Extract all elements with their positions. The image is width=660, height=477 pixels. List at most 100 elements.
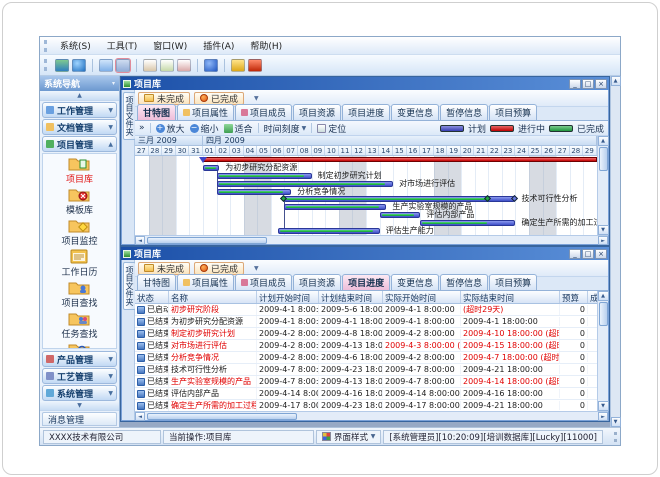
tab-项目进度[interactable]: 项目进度 bbox=[342, 104, 390, 120]
gantt-bar[interactable] bbox=[217, 181, 394, 187]
sidebar-item-项目文档查找[interactable]: 项目文档查找 bbox=[52, 342, 106, 349]
save-icon[interactable] bbox=[116, 59, 130, 72]
sidebar-pin-icon[interactable]: ▾ bbox=[112, 80, 115, 87]
gantt-bar[interactable] bbox=[284, 204, 386, 210]
window-titlebar[interactable]: 项目库 _ □ × bbox=[121, 77, 609, 90]
tab-暂停信息[interactable]: 暂停信息 bbox=[440, 274, 488, 290]
table-row[interactable]: 已结束生产实验室规模的产品2009-4-7 8:00:002009-4-13 1… bbox=[135, 376, 597, 388]
scroll-right-icon[interactable]: ► bbox=[598, 236, 608, 245]
overflow-chevron[interactable]: » bbox=[139, 123, 145, 133]
menu-item[interactable]: 工具(T) bbox=[99, 37, 146, 54]
globe-icon[interactable] bbox=[72, 59, 86, 72]
close-button[interactable]: × bbox=[595, 79, 607, 89]
minimize-button[interactable]: _ bbox=[569, 249, 581, 259]
tab-项目资源[interactable]: 项目资源 bbox=[293, 104, 341, 120]
table-row[interactable]: 已启动初步研究阶段2009-4-1 8:00:002009-5-6 18:00:… bbox=[135, 304, 597, 316]
table-row[interactable]: 已结束确定生产所需的加工过程2009-4-17 8:00:002009-4-23… bbox=[135, 400, 597, 411]
filter-complete-button[interactable]: 已完成 bbox=[194, 262, 244, 275]
locate-button[interactable]: 定位 bbox=[317, 122, 346, 135]
sidebar-section-系统管理[interactable]: 系统管理▼ bbox=[42, 385, 117, 401]
sidebar-item-项目查找[interactable]: 项目查找 bbox=[61, 280, 97, 309]
chevron-down-icon[interactable]: ▼ bbox=[108, 390, 113, 397]
delete-doc-icon[interactable] bbox=[177, 59, 191, 72]
scroll-left-icon[interactable]: ◄ bbox=[135, 412, 145, 421]
scroll-left-icon[interactable]: ◄ bbox=[135, 236, 145, 245]
gantt-bar[interactable] bbox=[217, 189, 292, 195]
maximize-button[interactable]: □ bbox=[582, 79, 594, 89]
gantt-bar[interactable] bbox=[380, 212, 421, 218]
fit-button[interactable]: 适合 bbox=[224, 122, 253, 135]
column-header-成[interactable]: 成 bbox=[588, 291, 597, 303]
tab-甘特图[interactable]: 甘特图 bbox=[137, 274, 176, 290]
sidebar-item-模板库[interactable]: 模板库 bbox=[66, 187, 93, 216]
gantt-vertical-scrollbar[interactable]: ▲ ▼ bbox=[597, 136, 608, 235]
gantt-bar[interactable] bbox=[217, 173, 312, 179]
scrollbar-thumb[interactable] bbox=[599, 302, 608, 326]
filter-incomplete-button[interactable]: 未完成 bbox=[138, 262, 190, 275]
column-header-名称[interactable]: 名称 bbox=[169, 291, 257, 303]
sidebar-item-项目监控[interactable]: 项目监控 bbox=[61, 218, 97, 247]
table-row[interactable]: 已结束对市场进行评估2009-4-2 8:00:002009-4-13 18:0… bbox=[135, 340, 597, 352]
table-row[interactable]: 已结束为初步研究分配资源2009-4-1 8:00:002009-4-1 18:… bbox=[135, 316, 597, 328]
tab-项目进度[interactable]: 项目进度 bbox=[342, 274, 390, 290]
column-header-预算[interactable]: 预算 bbox=[560, 291, 588, 303]
column-header-计划结束时间[interactable]: 计划结束时间 bbox=[319, 291, 383, 303]
menu-item[interactable]: 系统(S) bbox=[52, 37, 99, 54]
gantt-bar[interactable] bbox=[420, 220, 515, 226]
minimize-button[interactable]: _ bbox=[569, 79, 581, 89]
gantt-summary-bar[interactable] bbox=[203, 157, 597, 162]
column-header-状态[interactable]: 状态 bbox=[135, 291, 169, 303]
gantt-horizontal-scrollbar[interactable]: ◄ ► bbox=[135, 235, 608, 244]
column-header-计划开始时间[interactable]: 计划开始时间 bbox=[257, 291, 319, 303]
close-button[interactable]: × bbox=[595, 249, 607, 259]
scroll-up-icon[interactable]: ▲ bbox=[598, 136, 609, 146]
refresh-doc-icon[interactable] bbox=[160, 59, 174, 72]
table-row[interactable]: 已结束技术可行性分析2009-4-7 8:00:002009-4-23 18:0… bbox=[135, 364, 597, 376]
menu-item[interactable]: 帮助(H) bbox=[242, 37, 290, 54]
sidebar-overflow-strip[interactable]: ▼ bbox=[40, 401, 119, 411]
toolbar-overflow-icon[interactable]: ▼ bbox=[254, 265, 259, 272]
sidebar-item-项目库[interactable]: 项目库 bbox=[66, 156, 93, 185]
tab-项目预算[interactable]: 项目预算 bbox=[489, 274, 537, 290]
scroll-up-icon[interactable]: ▲ bbox=[598, 291, 609, 301]
workspace-scrollbar[interactable]: ▲ ▼ bbox=[610, 76, 620, 427]
sidebar-section-工作管理[interactable]: 工作管理▼ bbox=[42, 102, 117, 118]
tab-项目成员[interactable]: 项目成员 bbox=[235, 104, 292, 120]
scrollbar-thumb[interactable] bbox=[147, 413, 297, 420]
column-header-实际结束时间[interactable]: 实际结束时间 bbox=[461, 291, 560, 303]
mail-doc-icon[interactable] bbox=[143, 59, 157, 72]
tab-项目属性[interactable]: 项目属性 bbox=[177, 274, 234, 290]
gantt-bar[interactable] bbox=[203, 165, 219, 171]
gantt-grid[interactable]: 为初步研究分配资源制定初步研究计划对市场进行评估分析竞争情况技术可行性分析生产实… bbox=[135, 156, 597, 235]
scrollbar-thumb[interactable] bbox=[599, 147, 608, 171]
computer-icon[interactable] bbox=[55, 59, 69, 72]
sidebar-item-任务查找[interactable]: 任务查找 bbox=[61, 311, 97, 340]
table-vertical-scrollbar[interactable]: ▲ ▼ bbox=[597, 291, 608, 411]
sidebar-section-工艺管理[interactable]: 工艺管理▼ bbox=[42, 368, 117, 384]
timescale-dropdown[interactable]: 时间刻度▼ bbox=[264, 122, 307, 135]
toolbar-overflow-icon[interactable]: ▼ bbox=[254, 95, 259, 102]
tab-变更信息[interactable]: 变更信息 bbox=[391, 274, 439, 290]
scroll-right-icon[interactable]: ► bbox=[598, 412, 608, 421]
chevron-down-icon[interactable]: ▼ bbox=[108, 356, 113, 363]
exit-icon[interactable] bbox=[248, 59, 262, 72]
tab-甘特图[interactable]: 甘特图 bbox=[137, 104, 176, 120]
maximize-button[interactable]: □ bbox=[582, 249, 594, 259]
chevron-up-icon[interactable]: ▲ bbox=[108, 141, 113, 148]
table-row[interactable]: 已结束分析竞争情况2009-4-2 8:00:002009-4-6 18:00:… bbox=[135, 352, 597, 364]
scroll-down-icon[interactable]: ▼ bbox=[611, 417, 621, 427]
chevron-down-icon[interactable]: ▼ bbox=[108, 107, 113, 114]
tab-项目属性[interactable]: 项目属性 bbox=[177, 104, 234, 120]
sidebar-tab-message-management[interactable]: 消息管理 bbox=[42, 412, 117, 426]
zoom-out-button[interactable]: −缩小 bbox=[190, 122, 219, 135]
menu-item[interactable]: 插件(A) bbox=[195, 37, 242, 54]
sidebar-item-工作日历[interactable]: 工作日历 bbox=[61, 249, 97, 278]
help-icon[interactable] bbox=[204, 59, 218, 72]
gantt-bar[interactable] bbox=[278, 228, 380, 234]
tab-变更信息[interactable]: 变更信息 bbox=[391, 104, 439, 120]
menu-item[interactable]: 窗口(W) bbox=[145, 37, 195, 54]
scroll-up-icon[interactable]: ▲ bbox=[611, 76, 621, 86]
column-header-实际开始时间[interactable]: 实际开始时间 bbox=[383, 291, 461, 303]
sidebar-section-产品管理[interactable]: 产品管理▼ bbox=[42, 351, 117, 367]
folder-icon[interactable] bbox=[99, 59, 113, 72]
